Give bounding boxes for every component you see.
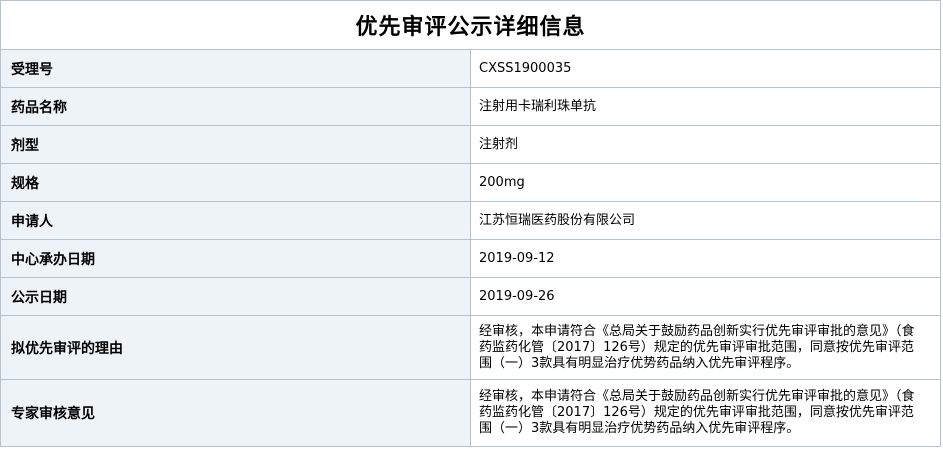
field-label: 拟优先审评的理由 <box>0 315 471 380</box>
field-label: 剂型 <box>0 125 471 164</box>
field-label: 专家审核意见 <box>0 379 471 447</box>
field-value: 江苏恒瑞医药股份有限公司 <box>470 201 941 240</box>
table-row-center-date: 中心承办日期 2019-09-12 <box>0 239 941 278</box>
table-row-publication-date: 公示日期 2019-09-26 <box>0 277 941 316</box>
field-value: 经审核，本申请符合《总局关于鼓励药品创新实行优先审评审批的意见》（食药监药化管〔… <box>470 315 941 380</box>
field-value: 经审核，本申请符合《总局关于鼓励药品创新实行优先审评审批的意见》（食药监药化管〔… <box>470 379 941 447</box>
field-value: 200mg <box>470 163 941 202</box>
field-value: 注射用卡瑞利珠单抗 <box>470 87 941 126</box>
field-label: 药品名称 <box>0 87 471 126</box>
field-label: 受理号 <box>0 49 471 88</box>
field-label: 公示日期 <box>0 277 471 316</box>
table-row-acceptance-number: 受理号 CXSS1900035 <box>0 49 941 88</box>
table-row-priority-reason: 拟优先审评的理由 经审核，本申请符合《总局关于鼓励药品创新实行优先审评审批的意见… <box>0 315 941 380</box>
table-row-dosage-form: 剂型 注射剂 <box>0 125 941 164</box>
title-row: 优先审评公示详细信息 <box>0 0 941 50</box>
field-label: 中心承办日期 <box>0 239 471 278</box>
field-value: 注射剂 <box>470 125 941 164</box>
page-title: 优先审评公示详细信息 <box>0 0 941 50</box>
field-label: 规格 <box>0 163 471 202</box>
field-value: 2019-09-12 <box>470 239 941 278</box>
field-value: 2019-09-26 <box>470 277 941 316</box>
priority-review-detail-table: 优先审评公示详细信息 受理号 CXSS1900035 药品名称 注射用卡瑞利珠单… <box>0 0 941 447</box>
field-value: CXSS1900035 <box>470 49 941 88</box>
table-row-expert-opinion: 专家审核意见 经审核，本申请符合《总局关于鼓励药品创新实行优先审评审批的意见》（… <box>0 379 941 447</box>
table-row-drug-name: 药品名称 注射用卡瑞利珠单抗 <box>0 87 941 126</box>
field-label: 申请人 <box>0 201 471 240</box>
table-row-applicant: 申请人 江苏恒瑞医药股份有限公司 <box>0 201 941 240</box>
table-row-specification: 规格 200mg <box>0 163 941 202</box>
